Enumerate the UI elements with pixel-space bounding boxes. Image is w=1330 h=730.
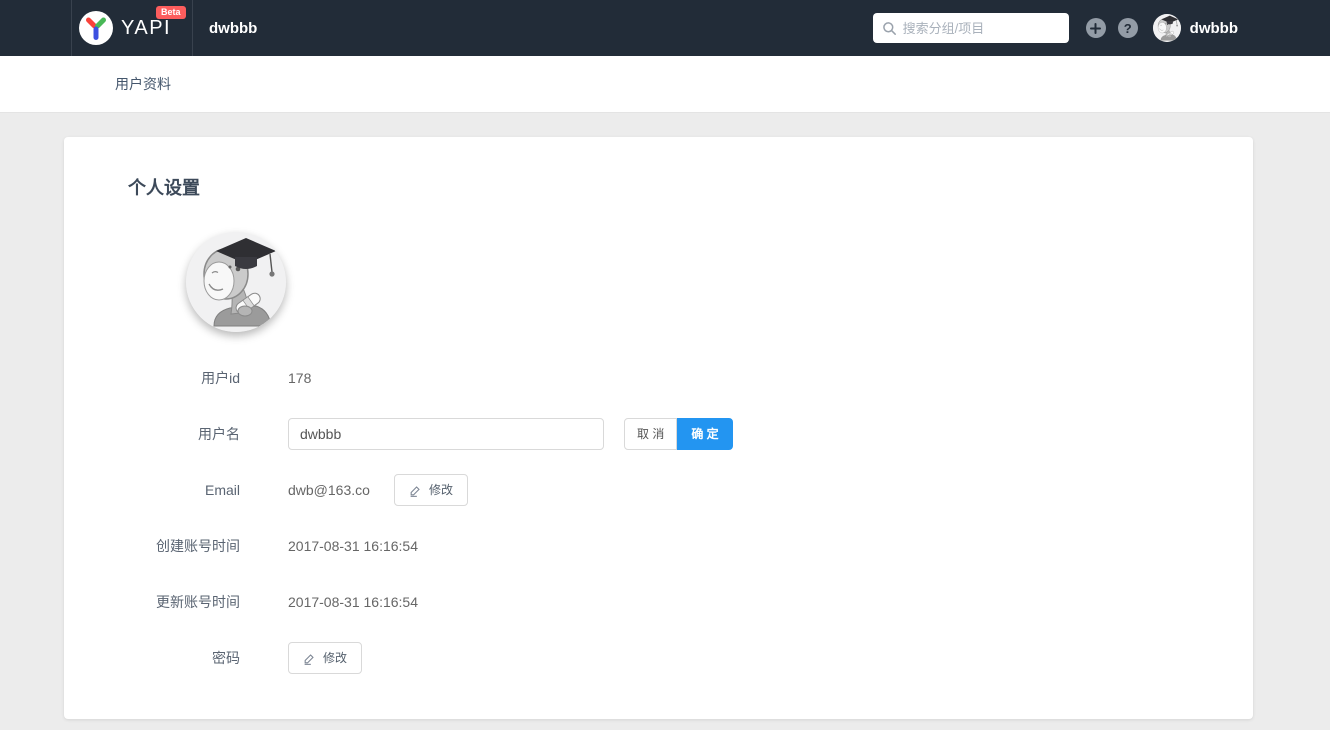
search-icon bbox=[882, 21, 896, 35]
yapi-logo-icon bbox=[79, 11, 113, 45]
row-created-time: 创建账号时间 2017-08-31 16:16:54 bbox=[128, 530, 1189, 562]
profile-avatar[interactable] bbox=[186, 232, 286, 332]
search-input[interactable] bbox=[902, 20, 1060, 36]
edit-email-button[interactable]: 修改 bbox=[393, 474, 468, 506]
subnav-bar: 用户资料 bbox=[0, 56, 1330, 113]
navbar-avatar-image bbox=[1153, 14, 1181, 42]
main-content: 个人设置 用户id 178 用户名 取 消 确 定 bbox=[0, 113, 1330, 719]
personal-settings-card: 个人设置 用户id 178 用户名 取 消 确 定 bbox=[64, 137, 1253, 719]
email-label: Email bbox=[204, 482, 240, 498]
row-username: 用户名 取 消 确 定 bbox=[128, 418, 1189, 450]
top-navbar: YAPI Beta dwbbb ? dwbbb bbox=[0, 0, 1330, 56]
row-email: Email dwb@163.co 修改 bbox=[128, 474, 1189, 506]
navbar-left-spacer bbox=[0, 0, 72, 56]
pencil-icon bbox=[304, 653, 314, 665]
navbar-right-section: ? dwbbb bbox=[872, 13, 1330, 43]
username-input[interactable] bbox=[288, 418, 604, 450]
created-time-label: 创建账号时间 bbox=[156, 538, 240, 554]
created-time-value: 2017-08-31 16:16:54 bbox=[288, 538, 418, 554]
add-project-button[interactable] bbox=[1085, 18, 1106, 38]
navbar-username[interactable]: dwbbb bbox=[1190, 20, 1238, 37]
help-button[interactable]: ? bbox=[1117, 18, 1138, 38]
email-value: dwb@163.co bbox=[288, 482, 370, 498]
edit-email-label: 修改 bbox=[428, 483, 453, 497]
confirm-button[interactable]: 确 定 bbox=[677, 418, 733, 450]
pencil-icon bbox=[410, 485, 420, 497]
beta-badge: Beta bbox=[156, 6, 186, 19]
row-user-id: 用户id 178 bbox=[128, 362, 1189, 394]
question-icon: ? bbox=[1123, 20, 1132, 36]
row-password: 密码 修改 bbox=[128, 642, 1189, 674]
logo-text: YAPI bbox=[121, 16, 172, 39]
updated-time-label: 更新账号时间 bbox=[156, 594, 240, 610]
username-label: 用户名 bbox=[198, 426, 240, 442]
password-label: 密码 bbox=[212, 650, 240, 666]
breadcrumb: dwbbb bbox=[209, 19, 258, 37]
row-updated-time: 更新账号时间 2017-08-31 16:16:54 bbox=[128, 586, 1189, 618]
subnav-item-user-profile[interactable]: 用户资料 bbox=[115, 74, 171, 94]
search-box[interactable] bbox=[872, 13, 1069, 43]
navbar-avatar[interactable] bbox=[1152, 14, 1181, 42]
user-id-label: 用户id bbox=[201, 370, 240, 386]
user-id-value: 178 bbox=[288, 370, 312, 386]
username-button-group: 取 消 确 定 bbox=[624, 418, 733, 450]
yapi-logo[interactable]: YAPI Beta bbox=[72, 0, 193, 56]
edit-password-button[interactable]: 修改 bbox=[288, 642, 363, 674]
profile-avatar-image bbox=[186, 232, 286, 332]
cancel-button[interactable]: 取 消 bbox=[624, 418, 678, 450]
updated-time-value: 2017-08-31 16:16:54 bbox=[288, 594, 418, 610]
plus-icon bbox=[1090, 22, 1102, 34]
edit-password-label: 修改 bbox=[323, 651, 348, 665]
page-title: 个人设置 bbox=[128, 178, 200, 198]
